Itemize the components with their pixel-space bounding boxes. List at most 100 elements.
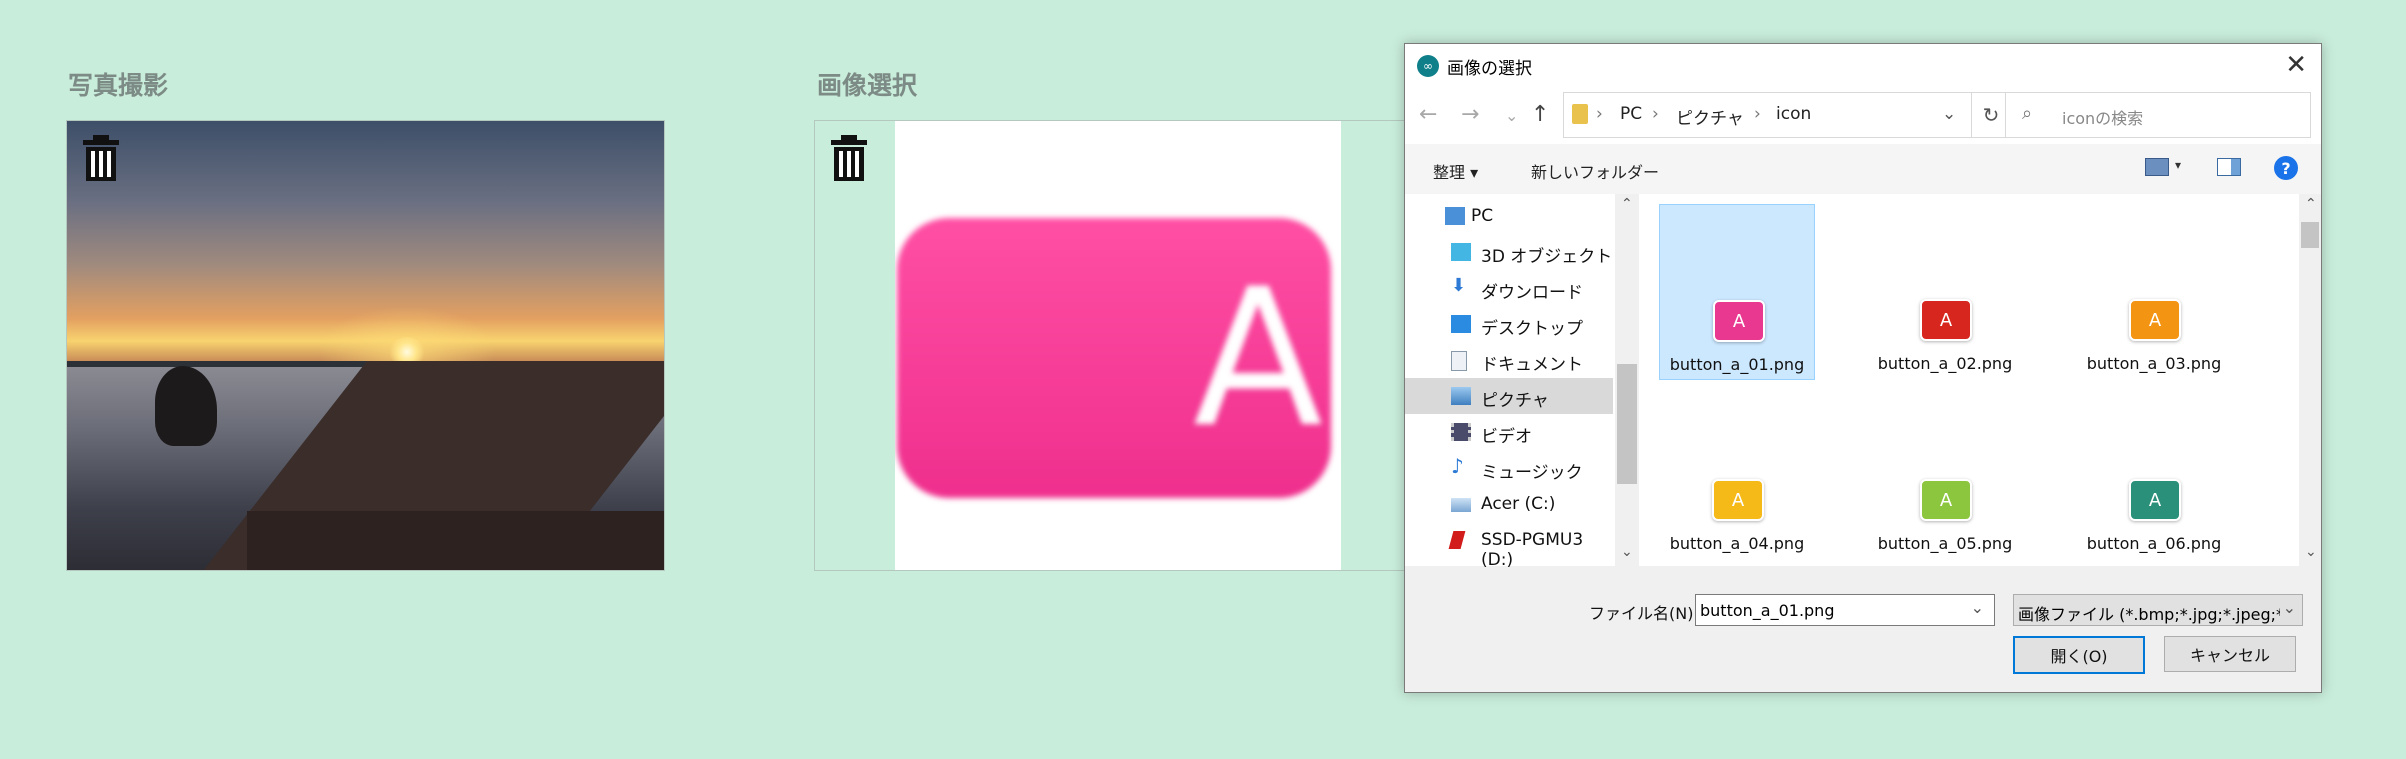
- png-thumbnail-icon: A: [2129, 479, 2181, 521]
- usb-drive-icon: [1448, 531, 1466, 549]
- video-icon: [1451, 423, 1471, 441]
- file-list-scrollbar[interactable]: [2299, 194, 2321, 566]
- up-icon[interactable]: ↑: [1531, 102, 1549, 127]
- search-icon: ⌕: [2022, 103, 2033, 124]
- app-icon: ∞: [1417, 55, 1439, 77]
- document-icon: [1451, 351, 1467, 371]
- chevron-down-icon[interactable]: ▾: [2175, 158, 2181, 172]
- tree-item-label: ピクチャ: [1481, 391, 1549, 411]
- file-list-scrollbar-thumb[interactable]: [2301, 222, 2319, 248]
- scroll-up-icon[interactable]: ⌃: [2305, 196, 2317, 212]
- png-thumbnail-icon: A: [2129, 299, 2181, 341]
- file-item[interactable]: A button_a_02.png: [1867, 204, 2023, 380]
- dialog-title: 画像の選択: [1447, 59, 1532, 79]
- file-name: button_a_02.png: [1877, 354, 2013, 373]
- filename-label: ファイル名(N):: [1589, 604, 1699, 623]
- forward-icon[interactable]: →: [1461, 102, 1479, 127]
- picked-image-preview: A: [814, 120, 1416, 571]
- tree-item-label: デスクトップ: [1481, 319, 1583, 339]
- tree-item-label: ドキュメント: [1481, 355, 1583, 375]
- tree-item-label: Acer (C:): [1481, 494, 1556, 514]
- dialog-titlebar: ∞ 画像の選択 ✕: [1405, 44, 2321, 88]
- tree-item-videos[interactable]: ビデオ: [1405, 414, 1613, 450]
- scroll-down-icon[interactable]: ⌄: [1621, 544, 1633, 560]
- tree-item-drive-c[interactable]: Acer (C:): [1405, 486, 1613, 522]
- png-thumbnail-icon: A: [1920, 479, 1972, 521]
- 3d-objects-icon: [1451, 243, 1471, 261]
- breadcrumb-icon[interactable]: icon: [1776, 104, 1811, 124]
- png-thumbnail-icon: A: [1713, 300, 1765, 342]
- folder-icon: [1572, 104, 1588, 124]
- breadcrumb-separator: ›: [1652, 104, 1659, 124]
- filetype-select[interactable]: 画像ファイル (*.bmp;*.jpg;*.jpeg;* ⌄: [2013, 594, 2303, 626]
- tree-item-label: 3D オブジェクト: [1481, 247, 1613, 267]
- trash-icon[interactable]: [829, 135, 869, 181]
- file-name: button_a_06.png: [2086, 534, 2222, 553]
- scroll-down-icon[interactable]: ⌄: [2305, 544, 2317, 560]
- preview-pane-icon[interactable]: [2217, 158, 2241, 176]
- png-thumbnail-icon: A: [1920, 299, 1972, 341]
- tree-item-pc[interactable]: PC: [1405, 198, 1613, 234]
- photo-preview: [66, 120, 665, 571]
- tree-item-downloads[interactable]: ⬇ ダウンロード: [1405, 270, 1613, 306]
- tree-item-label: SSD-PGMU3 (D:): [1481, 530, 1584, 570]
- file-item[interactable]: A button_a_03.png: [2076, 204, 2232, 380]
- breadcrumb-separator: ›: [1596, 104, 1603, 124]
- recent-locations-icon[interactable]: ⌄: [1505, 106, 1518, 125]
- file-item[interactable]: A button_a_05.png: [1867, 384, 2023, 560]
- preview-canvas: A: [895, 121, 1341, 570]
- tree-item-label: PC: [1471, 206, 1494, 226]
- navigation-tree: PC 3D オブジェクト ⬇ ダウンロード デスクトップ ドキュメント ピクチャ…: [1405, 194, 1615, 570]
- file-list: A button_a_01.png A button_a_02.png A bu…: [1639, 194, 2299, 566]
- dialog-toolbar: 整理 ▾ 新しいフォルダー ▾ ?: [1405, 144, 2321, 194]
- file-name: button_a_03.png: [2086, 354, 2222, 373]
- file-name: button_a_01.png: [1669, 355, 1805, 374]
- breadcrumb-pictures[interactable]: ピクチャ: [1676, 104, 1744, 129]
- chevron-down-icon[interactable]: ⌄: [1942, 104, 1956, 124]
- photo-section-title: 写真撮影: [68, 71, 169, 100]
- open-button[interactable]: 開く(O): [2013, 636, 2145, 674]
- pc-icon: [1445, 207, 1465, 225]
- tree-item-3d-objects[interactable]: 3D オブジェクト: [1405, 234, 1613, 270]
- trash-icon[interactable]: [81, 135, 121, 181]
- desktop-icon: [1451, 315, 1471, 333]
- tree-item-documents[interactable]: ドキュメント: [1405, 342, 1613, 378]
- download-icon: ⬇: [1451, 275, 1467, 296]
- filename-input[interactable]: button_a_01.png ⌄: [1695, 594, 1995, 626]
- tree-item-drive-d[interactable]: SSD-PGMU3 (D:): [1405, 522, 1613, 570]
- tree-item-label: ダウンロード: [1481, 283, 1583, 303]
- address-bar[interactable]: › PC › ピクチャ › icon ⌄: [1563, 92, 1972, 138]
- scroll-up-icon[interactable]: ⌃: [1621, 196, 1633, 212]
- breadcrumb-pc[interactable]: PC: [1620, 104, 1642, 124]
- view-options-icon[interactable]: [2145, 158, 2169, 176]
- close-icon[interactable]: ✕: [2285, 50, 2307, 80]
- chevron-down-icon: ⌄: [2282, 598, 2296, 617]
- pick-section-title: 画像選択: [817, 71, 918, 100]
- tree-item-label: ミュージック: [1481, 463, 1583, 483]
- file-item[interactable]: A button_a_06.png: [2076, 384, 2232, 560]
- tree-item-label: ビデオ: [1481, 427, 1532, 447]
- breadcrumb-separator: ›: [1754, 104, 1761, 124]
- help-icon[interactable]: ?: [2274, 156, 2298, 180]
- organize-button[interactable]: 整理 ▾: [1433, 159, 1478, 183]
- cancel-button[interactable]: キャンセル: [2164, 636, 2296, 672]
- chevron-down-icon[interactable]: ⌄: [1971, 598, 1984, 617]
- beach-foreground: [247, 511, 664, 570]
- png-thumbnail-icon: A: [1712, 479, 1764, 521]
- filename-value: button_a_01.png: [1700, 601, 1835, 620]
- tree-item-music[interactable]: ♪ ミュージック: [1405, 450, 1613, 486]
- filetype-value: 画像ファイル (*.bmp;*.jpg;*.jpeg;*: [2018, 605, 2280, 624]
- drive-icon: [1451, 498, 1471, 512]
- file-open-dialog: ∞ 画像の選択 ✕ ← → ⌄ ↑ › PC › ピクチャ › icon ⌄ ↻…: [1404, 43, 2322, 693]
- search-placeholder: iconの検索: [2062, 109, 2144, 128]
- tree-item-desktop[interactable]: デスクトップ: [1405, 306, 1613, 342]
- tree-item-pictures[interactable]: ピクチャ: [1405, 378, 1613, 414]
- file-item[interactable]: A button_a_04.png: [1659, 384, 1815, 560]
- file-name: button_a_04.png: [1669, 534, 1805, 553]
- back-icon[interactable]: ←: [1419, 102, 1437, 127]
- pink-button-letter: A: [1193, 247, 1323, 469]
- file-item[interactable]: A button_a_01.png: [1659, 204, 1815, 380]
- new-folder-button[interactable]: 新しいフォルダー: [1531, 159, 1659, 183]
- tree-scrollbar-thumb[interactable]: [1617, 364, 1637, 484]
- search-box[interactable]: ⌕ iconの検索: [2005, 92, 2311, 138]
